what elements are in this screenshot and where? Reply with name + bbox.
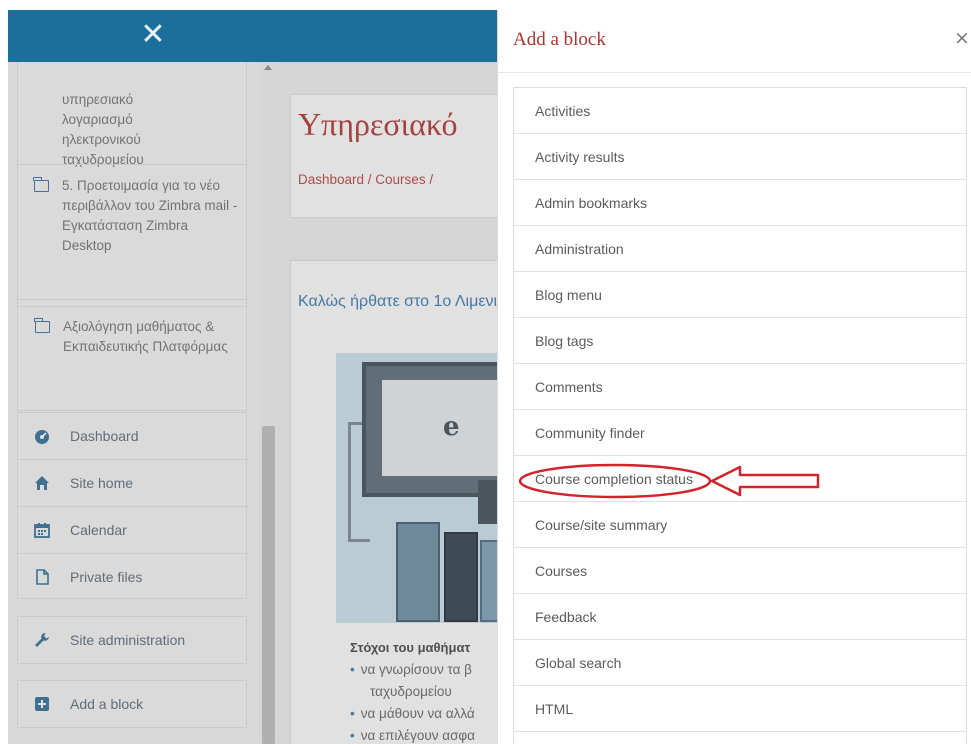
block-option-administration[interactable]: Administration: [514, 226, 966, 272]
illustration-book: [396, 522, 440, 622]
divider: [17, 299, 247, 300]
divider: [498, 72, 971, 73]
block-option-blog-tags[interactable]: Blog tags: [514, 318, 966, 364]
block-option-global-search[interactable]: Global search: [514, 640, 966, 686]
block-option-admin-bookmarks[interactable]: Admin bookmarks: [514, 180, 966, 226]
section-label: υπηρεσιακό λογαριασμό ηλεκτρονικού ταχυδ…: [62, 92, 144, 167]
block-option-course-site-summary[interactable]: Course/site summary: [514, 502, 966, 548]
sidebar-item-site-administration[interactable]: Site administration: [18, 617, 248, 663]
sidebar-item-label: Calendar: [70, 522, 127, 538]
main-content: Υπηρεσιακό Dashboard / Courses / Καλώς ή…: [278, 62, 505, 744]
goal-item: • να μάθουν να αλλά: [350, 706, 475, 721]
file-icon: [36, 569, 49, 585]
sidebar-item-label: Site home: [70, 475, 134, 491]
goal-item-continued: ταχυδρομείου: [370, 684, 452, 699]
course-sections-list: υπηρεσιακό λογαριασμό ηλεκτρονικού ταχυδ…: [17, 62, 247, 310]
drawer-header-bar: ✕: [8, 10, 505, 62]
block-option-feedback[interactable]: Feedback: [514, 594, 966, 640]
breadcrumb[interactable]: Dashboard / Courses /: [298, 172, 433, 187]
sidebar-item-label: Site administration: [70, 632, 186, 648]
calendar-icon: [34, 523, 50, 538]
add-block-dialog: Add a block × Activities Activity result…: [497, 10, 971, 744]
sidebar-section-item[interactable]: Αξιολόγηση μαθήματος & Εκπαιδευτικής Πλα…: [17, 306, 247, 411]
dialog-title: Add a block: [513, 29, 606, 50]
site-admin-card: Site administration: [17, 616, 247, 664]
folder-icon: [34, 318, 50, 333]
divider: [17, 164, 247, 165]
illustration-book: [444, 532, 478, 622]
goal-item: • να επιλέγουν ασφα: [350, 728, 475, 743]
sidebar-item-calendar[interactable]: Calendar: [18, 507, 248, 553]
block-option-comments[interactable]: Comments: [514, 364, 966, 410]
dashboard-icon: [35, 430, 49, 444]
folder-icon: [33, 177, 49, 192]
block-option-activity-results[interactable]: Activity results: [514, 134, 966, 180]
page-title: Υπηρεσιακό: [298, 106, 458, 142]
section-label: Αξιολόγηση μαθήματος & Εκπαιδευτικής Πλα…: [63, 319, 228, 354]
sidebar-item-dashboard[interactable]: Dashboard: [18, 413, 248, 459]
block-option-activities[interactable]: Activities: [514, 88, 966, 134]
home-icon: [35, 476, 49, 490]
goal-item: • να γνωρίσουν τα β: [350, 662, 472, 677]
sidebar-section-item[interactable]: υπηρεσιακό λογαριασμό ηλεκτρονικού ταχυδ…: [17, 62, 247, 167]
welcome-heading: Καλώς ήρθατε στο 1ο Λιμενικού Σώματος -: [298, 293, 505, 310]
block-option-course-completion-status[interactable]: Course completion status: [514, 456, 966, 502]
scroll-thumb[interactable]: [262, 426, 275, 744]
nav-drawer: υπηρεσιακό λογαριασμό ηλεκτρονικού ταχυδ…: [8, 62, 278, 744]
scroll-up-arrow-icon[interactable]: [264, 65, 272, 70]
sidebar-item-label: Dashboard: [70, 428, 139, 444]
block-option-community-finder[interactable]: Community finder: [514, 410, 966, 456]
close-drawer-icon[interactable]: ✕: [136, 14, 170, 56]
sidebar-item-site-home[interactable]: Site home: [18, 460, 248, 506]
sidebar-item-private-files[interactable]: Private files: [18, 554, 248, 600]
goals-heading: Στόχοι του μαθήματ: [350, 640, 471, 655]
wrench-icon: [35, 633, 49, 647]
drawer-scrollbar[interactable]: [259, 62, 278, 744]
sidebar-item-label: Private files: [70, 569, 143, 585]
block-list: Activities Activity results Admin bookma…: [513, 87, 967, 744]
close-icon[interactable]: ×: [954, 27, 970, 49]
section-item-inner: Αξιολόγηση μαθήματος & Εκπαιδευτικής Πλα…: [18, 317, 248, 397]
block-option-blog-menu[interactable]: Blog menu: [514, 272, 966, 318]
sidebar-item-add-block[interactable]: Add a block: [18, 681, 248, 727]
illustration-screen: [382, 380, 498, 476]
illustration-e-logo: e: [443, 412, 460, 442]
sidebar-section-item[interactable]: 5. Προετοιμασία για το νέο περιβάλλον το…: [17, 176, 247, 282]
sidebar-item-label: Add a block: [70, 696, 144, 712]
plus-square-icon: [35, 697, 49, 711]
section-label: 5. Προετοιμασία για το νέο περιβάλλον το…: [62, 178, 238, 253]
block-option-html[interactable]: HTML: [514, 686, 966, 732]
add-block-card: Add a block: [17, 680, 247, 728]
block-option-courses[interactable]: Courses: [514, 548, 966, 594]
nav-card: Dashboard Site home Calendar Private fil…: [17, 412, 248, 600]
